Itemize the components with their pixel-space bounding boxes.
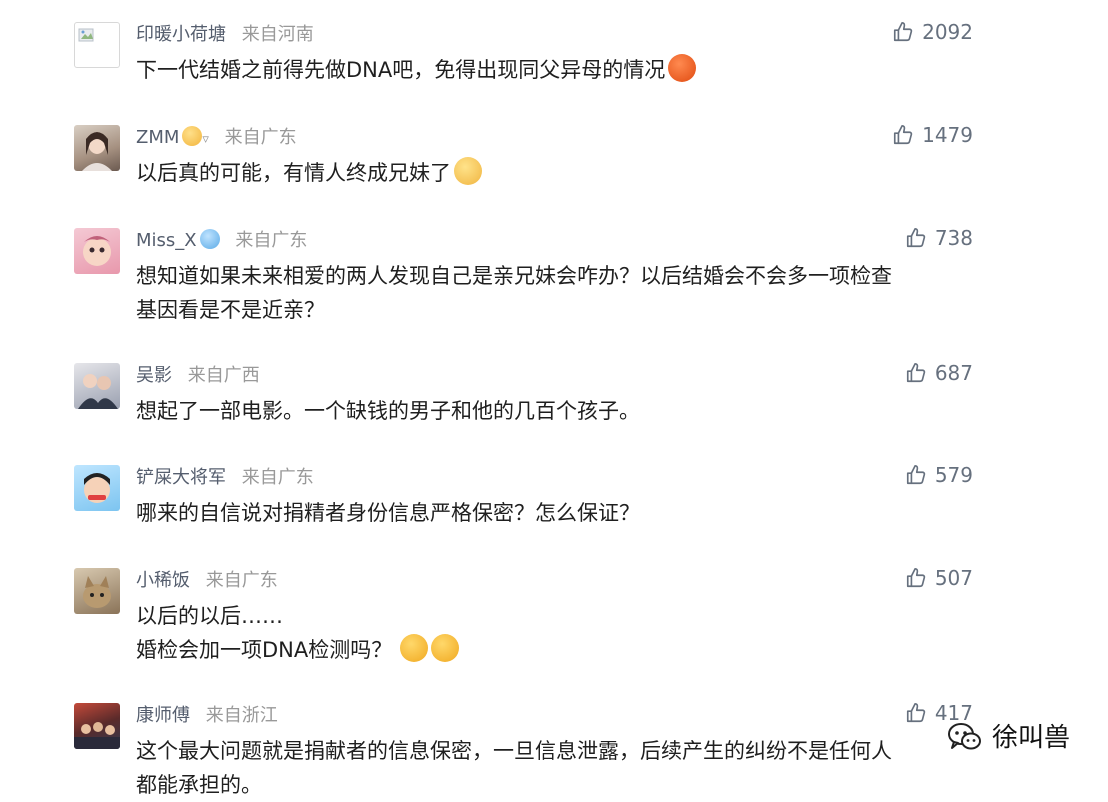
avatar-cartoon-pink bbox=[83, 236, 111, 266]
comment-text: 哪来的自信说对捐精者身份信息严格保密？怎么保证？ bbox=[136, 496, 1006, 530]
like-count: 1479 bbox=[922, 123, 973, 147]
like-count: 687 bbox=[934, 361, 973, 385]
username[interactable]: 小稀饭 bbox=[136, 570, 190, 591]
comment-text: 这个最大问题就是捐献者的信息保密，一旦信息泄露，后续产生的纠纷不是任何人 都能承… bbox=[136, 734, 1006, 802]
avatar[interactable] bbox=[74, 703, 120, 749]
username[interactable]: ZMM bbox=[136, 127, 179, 148]
comment-list: 印暖小荷塘 来自河南 2092 下一代结婚之前得先做DNA吧，免得出现同父异母的… bbox=[0, 0, 1108, 797]
location: 来自广西 bbox=[187, 365, 260, 386]
comment-text: 下一代结婚之前得先做DNA吧，免得出现同父异母的情况 bbox=[136, 53, 1006, 87]
like-button[interactable]: 579 bbox=[905, 463, 973, 487]
avatar-photo-woman bbox=[82, 132, 112, 171]
like-count: 738 bbox=[934, 226, 973, 250]
username[interactable]: 印暖小荷塘 bbox=[136, 24, 226, 45]
username[interactable]: 康师傅 bbox=[136, 705, 190, 726]
comment-line: 哪来的自信说对捐精者身份信息严格保密？怎么保证？ bbox=[136, 501, 640, 525]
sticker-badge-icon bbox=[199, 229, 220, 249]
like-button[interactable]: 687 bbox=[905, 361, 973, 385]
chevron-down-icon: ▿ bbox=[202, 132, 209, 147]
cat-emoji-icon bbox=[454, 157, 482, 185]
broken-image-icon bbox=[78, 28, 94, 42]
watermark: 徐叫兽 bbox=[947, 717, 1070, 754]
location: 来自广东 bbox=[205, 570, 278, 591]
comment-line: 婚检会加一项DNA检测吗？ bbox=[136, 638, 393, 662]
location: 来自广东 bbox=[241, 467, 314, 488]
thumbs-up-icon bbox=[906, 465, 926, 485]
like-button[interactable]: 1479 bbox=[892, 123, 973, 147]
comment-line: 以后的以后…… bbox=[136, 604, 283, 628]
thumbs-up-icon bbox=[906, 568, 926, 588]
username[interactable]: 吴影 bbox=[136, 365, 172, 386]
avatar-photo-cat bbox=[83, 576, 111, 608]
thumbs-up-icon bbox=[906, 228, 926, 248]
like-button[interactable]: 507 bbox=[905, 566, 973, 590]
avatar[interactable] bbox=[74, 125, 120, 171]
crying-emoji-icon bbox=[400, 634, 429, 662]
comment-text: 以后的以后…… 婚检会加一项DNA检测吗？ bbox=[136, 599, 1006, 667]
avatar-cartoon-boy bbox=[84, 473, 110, 503]
like-count: 507 bbox=[934, 566, 973, 590]
comment-line: 下一代结婚之前得先做DNA吧，免得出现同父异母的情况 bbox=[136, 58, 666, 82]
comment-line: 想起了一部电影。一个缺钱的男子和他的几百个孩子。 bbox=[136, 399, 640, 423]
avatar[interactable] bbox=[74, 568, 120, 614]
like-button[interactable]: 2092 bbox=[892, 20, 973, 44]
comment-text: 以后真的可能，有情人终成兄妹了 bbox=[136, 156, 1006, 190]
wechat-icon bbox=[947, 723, 981, 750]
thumbs-up-icon bbox=[894, 125, 913, 145]
crying-emoji-icon bbox=[431, 634, 460, 662]
avatar[interactable] bbox=[74, 22, 120, 68]
avatar-photo-couple bbox=[78, 374, 118, 409]
like-button[interactable]: 738 bbox=[905, 226, 973, 250]
like-count: 579 bbox=[934, 463, 973, 487]
location: 来自广东 bbox=[224, 127, 297, 148]
comment-text: 想知道如果未来相爱的两人发现自己是亲兄妹会咋办？以后结婚会不会多一项检查 基因看… bbox=[136, 259, 1006, 327]
comment-line: 都能承担的。 bbox=[136, 773, 262, 797]
avatar-photo-crowd bbox=[74, 722, 120, 749]
username[interactable]: Miss_X bbox=[136, 230, 197, 251]
comment-line: 想知道如果未来相爱的两人发现自己是亲兄妹会咋办？以后结婚会不会多一项检查 bbox=[136, 264, 892, 288]
username[interactable]: 铲屎大将军 bbox=[136, 467, 226, 488]
avatar[interactable] bbox=[74, 363, 120, 409]
comment-text: 想起了一部电影。一个缺钱的男子和他的几百个孩子。 bbox=[136, 394, 1006, 428]
comment-line: 这个最大问题就是捐献者的信息保密，一旦信息泄露，后续产生的纠纷不是任何人 bbox=[136, 739, 892, 763]
comment-line: 基因看是不是近亲？ bbox=[136, 298, 325, 322]
thumbs-up-icon bbox=[906, 703, 926, 723]
angry-emoji-icon bbox=[668, 54, 697, 82]
location: 来自河南 bbox=[241, 24, 314, 45]
thumbs-up-icon bbox=[894, 22, 913, 42]
thumbs-up-icon bbox=[906, 363, 926, 383]
comment-line: 以后真的可能，有情人终成兄妹了 bbox=[136, 161, 451, 185]
watermark-text: 徐叫兽 bbox=[991, 723, 1070, 753]
location: 来自广东 bbox=[235, 230, 308, 251]
like-count: 2092 bbox=[922, 20, 973, 44]
avatar[interactable] bbox=[74, 465, 120, 511]
smile-badge-icon bbox=[182, 126, 203, 146]
avatar[interactable] bbox=[74, 228, 120, 274]
location: 来自浙江 bbox=[205, 705, 278, 726]
